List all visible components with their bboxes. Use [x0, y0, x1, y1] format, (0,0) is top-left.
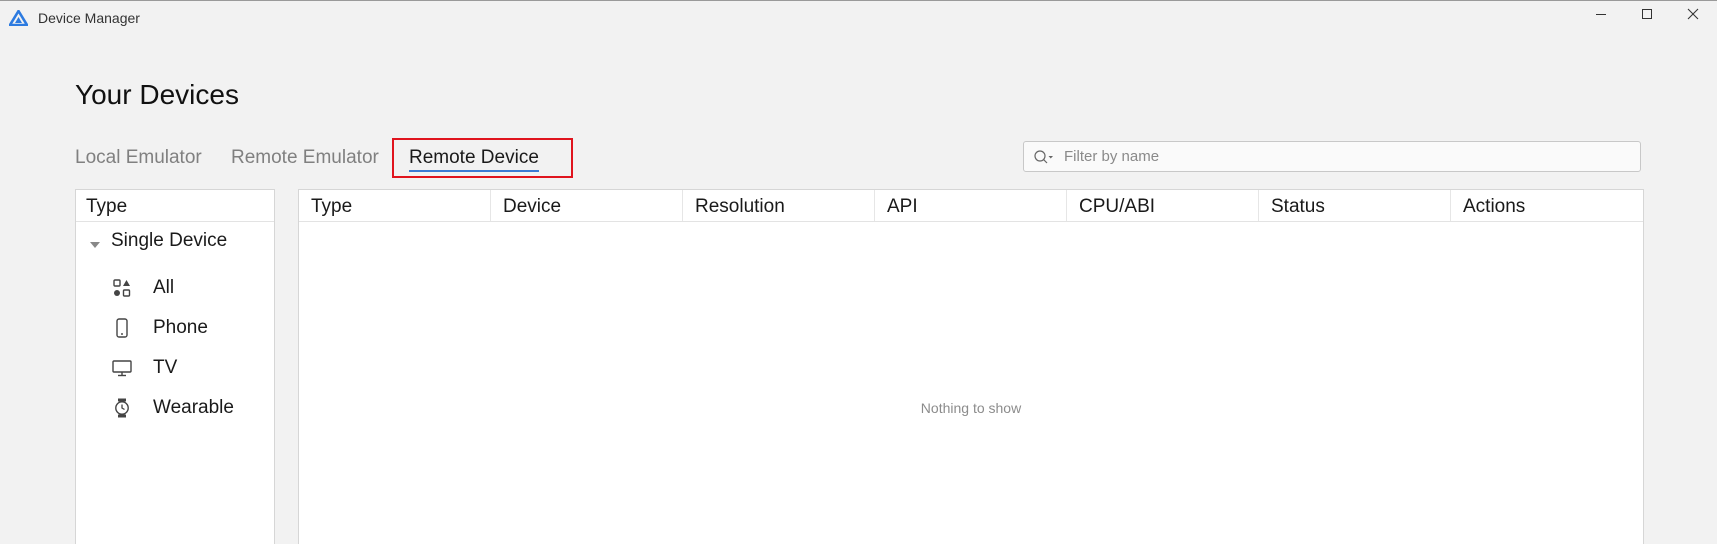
column-header-type[interactable]: Type — [299, 190, 491, 221]
type-item-wearable[interactable]: Wearable — [111, 393, 234, 423]
tab-label: Remote Device — [409, 147, 539, 168]
devices-table: Type Device Resolution API CPU/ABI Statu… — [298, 189, 1644, 544]
app-logo-icon — [8, 9, 29, 27]
tab-remote-device[interactable]: Remote Device — [409, 147, 539, 172]
type-item-label: TV — [153, 357, 178, 378]
type-item-label: Wearable — [153, 397, 234, 418]
tab-remote-emulator[interactable]: Remote Emulator — [231, 147, 379, 169]
watch-icon — [111, 397, 133, 419]
single-device-group[interactable]: Single Device — [89, 230, 227, 252]
tab-label: Remote Emulator — [231, 147, 379, 168]
tab-local-emulator[interactable]: Local Emulator — [75, 147, 202, 169]
column-header-api[interactable]: API — [875, 190, 1067, 221]
grid-icon — [111, 277, 133, 299]
column-header-actions[interactable]: Actions — [1451, 190, 1643, 221]
tv-icon — [111, 357, 133, 379]
empty-table-message: Nothing to show — [920, 400, 1022, 416]
close-button[interactable] — [1670, 1, 1716, 31]
type-item-phone[interactable]: Phone — [111, 313, 208, 343]
caret-down-icon[interactable] — [89, 235, 101, 248]
selected-tab-underline — [409, 170, 539, 172]
column-header-status[interactable]: Status — [1259, 190, 1451, 221]
type-item-tv[interactable]: TV — [111, 353, 177, 383]
page-title: Your Devices — [75, 79, 239, 110]
table-header: Type Device Resolution API CPU/ABI Statu… — [299, 190, 1643, 222]
minimize-icon — [1595, 7, 1607, 25]
type-panel-header: Type — [76, 190, 274, 222]
type-item-all[interactable]: All — [111, 273, 174, 303]
maximize-icon — [1641, 7, 1653, 25]
search-box[interactable] — [1023, 141, 1641, 172]
window-title: Device Manager — [38, 10, 140, 26]
close-icon — [1687, 7, 1699, 25]
title-bar: Device Manager — [0, 1, 1717, 35]
column-header-cpu-abi[interactable]: CPU/ABI — [1067, 190, 1259, 221]
phone-icon — [111, 317, 133, 339]
device-manager-window: Device Manager Your Devices Local Emulat… — [0, 0, 1717, 544]
group-label: Single Device — [111, 230, 228, 251]
maximize-button[interactable] — [1624, 1, 1670, 31]
device-type-panel: Type Single Device All Phone TV Wearable — [75, 189, 275, 544]
column-header-resolution[interactable]: Resolution — [683, 190, 875, 221]
tab-label: Local Emulator — [75, 147, 202, 168]
search-icon[interactable] — [1024, 142, 1064, 171]
type-item-label: Phone — [153, 317, 208, 338]
column-header-device[interactable]: Device — [491, 190, 683, 221]
type-item-label: All — [153, 277, 175, 298]
search-input[interactable] — [1064, 143, 1640, 170]
minimize-button[interactable] — [1578, 1, 1624, 31]
